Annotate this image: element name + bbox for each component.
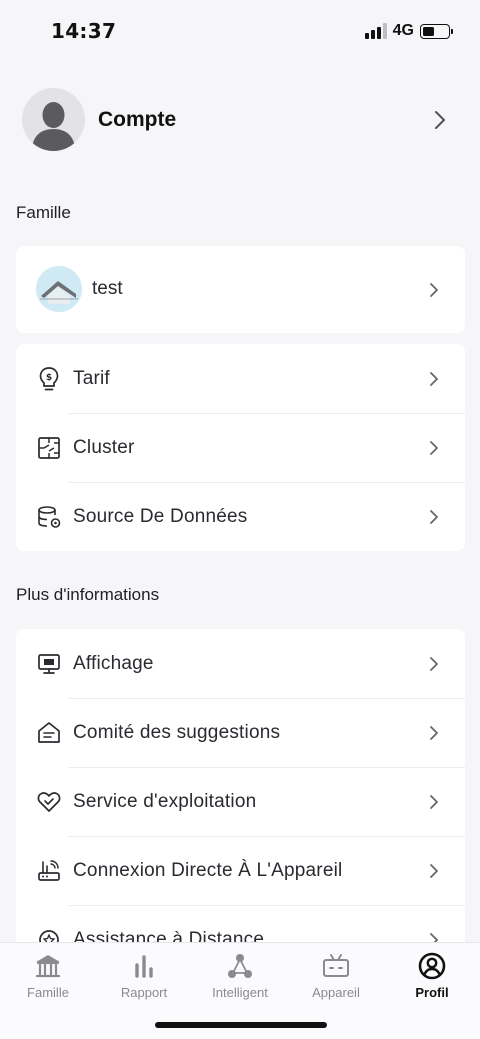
chevron-right-icon [430,371,438,386]
tariff-icon: $ [36,366,62,392]
tab-label: Profil [415,985,449,1000]
profile-icon [418,952,446,980]
display-icon [36,651,62,677]
more-item-direct-connection[interactable]: Connexion Directe À L'Appareil [16,836,465,905]
chevron-right-icon [430,863,438,878]
service-icon [36,789,62,815]
settings-item-data-source[interactable]: Source De Données [16,482,465,551]
suggestions-icon [36,720,62,746]
remote-assistance-icon [36,927,62,942]
home-icon [35,955,61,978]
signal-icon [364,23,387,39]
house-icon [36,266,82,312]
more-item-label: Connexion Directe À L'Appareil [73,859,343,881]
settings-item-tarif[interactable]: $ Tarif [16,344,465,413]
tab-label: Appareil [312,985,360,1000]
status-bar: 14:37 4G [0,0,480,64]
settings-item-cluster[interactable]: Cluster [16,413,465,482]
account-label: Compte [98,108,177,131]
tab-intelligent[interactable]: Intelligent [192,951,288,1000]
tab-profil[interactable]: Profil [384,951,480,1000]
status-indicators: 4G [364,22,453,40]
tab-appareil[interactable]: Appareil [288,951,384,1000]
more-info-card: Affichage Comité des suggestions Service… [16,629,465,942]
chevron-right-icon [430,282,438,297]
status-time: 14:37 [51,19,117,43]
settings-item-label: Cluster [73,436,135,458]
chevron-right-icon [430,794,438,809]
chevron-right-icon [430,509,438,524]
more-item-label: Assistance à Distance [73,928,265,943]
family-item[interactable]: test [16,246,465,333]
chevron-right-icon [435,111,445,129]
more-item-remote-assistance[interactable]: Assistance à Distance [16,905,465,942]
chevron-right-icon [430,932,438,942]
cluster-icon [36,435,62,461]
account-row[interactable]: Compte [0,88,480,154]
avatar [22,88,85,151]
tab-famille[interactable]: Famille [0,951,96,1000]
data-source-icon [36,504,62,530]
tab-label: Intelligent [212,985,268,1000]
family-name: test [92,278,123,299]
more-item-service[interactable]: Service d'exploitation [16,767,465,836]
settings-item-label: Source De Données [73,505,248,527]
more-info-section-title: Plus d'informations [16,585,160,604]
svg-text:$: $ [46,373,52,383]
more-item-display[interactable]: Affichage [16,629,465,698]
chevron-right-icon [430,440,438,455]
router-icon [36,858,62,884]
tab-label: Famille [27,985,69,1000]
tab-rapport[interactable]: Rapport [96,951,192,1000]
more-item-label: Service d'exploitation [73,790,257,812]
smart-icon [228,954,252,978]
family-section-title: Famille [16,203,71,222]
home-indicator[interactable] [155,1022,327,1028]
chevron-right-icon [430,725,438,740]
report-icon [135,955,153,978]
more-item-label: Affichage [73,652,154,674]
person-silhouette-icon [32,102,75,151]
device-icon [323,954,349,977]
chevron-right-icon [430,656,438,671]
settings-card: $ Tarif Cluster Source De Données [16,344,465,551]
tab-label: Rapport [120,985,168,1000]
more-item-suggestions[interactable]: Comité des suggestions [16,698,465,767]
more-item-label: Comité des suggestions [73,721,281,743]
family-card: test [16,246,465,333]
network-type: 4G [392,22,414,39]
settings-item-label: Tarif [73,367,110,389]
battery-level [423,26,434,36]
battery-icon [420,23,453,39]
